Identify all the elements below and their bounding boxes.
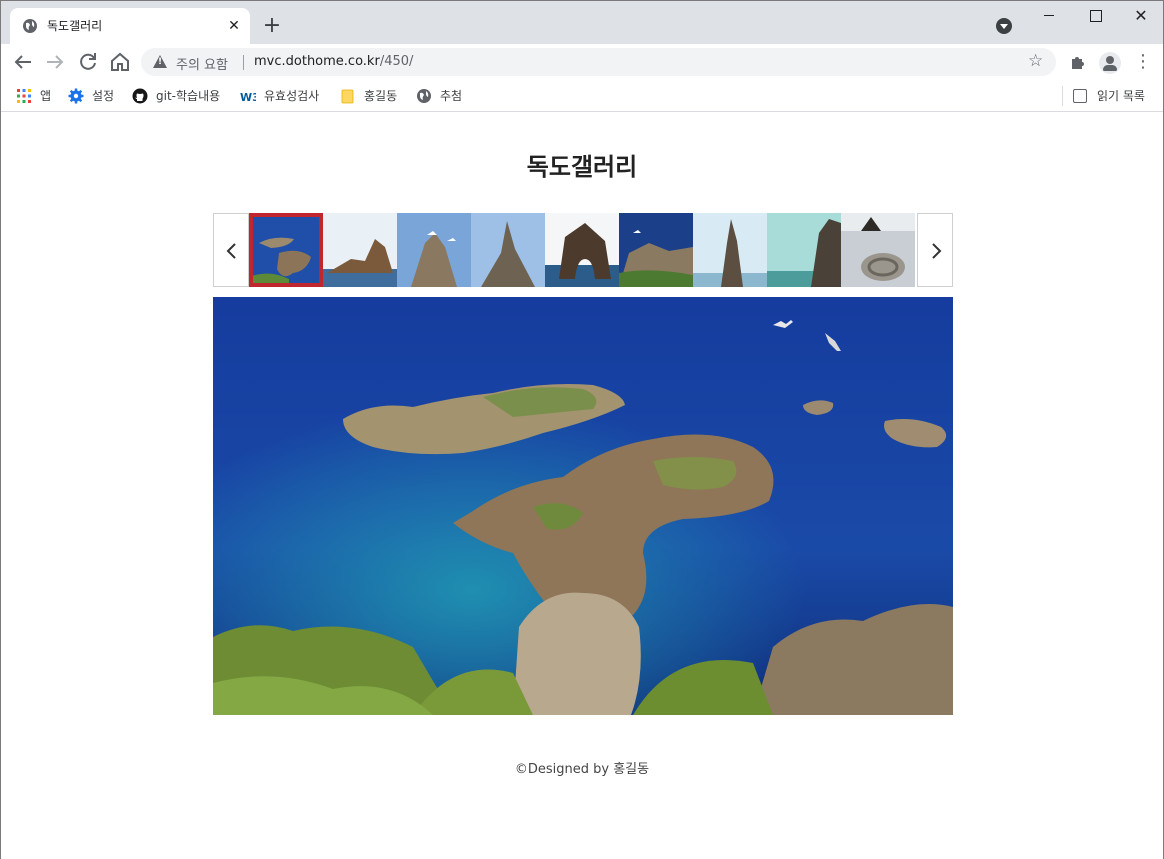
thumbnail-7[interactable] [693,213,767,287]
thumbnail-1[interactable] [249,213,323,287]
reload-icon[interactable] [76,50,100,74]
url-host: mvc.dothome.co.kr [254,54,380,69]
arch-rock-thumbnail [545,213,619,287]
page-title: 독도갤러리 [526,153,638,181]
extensions-puzzle-icon[interactable] [1069,53,1087,71]
globe-icon [417,89,431,103]
home-icon[interactable] [108,50,132,74]
bookmarks-bar: 앱 설정 git-학습내용 W3 유효성검사 홍길동 추첨 읽기 목록 [1,80,1163,112]
back-arrow-icon[interactable] [11,50,35,74]
w3c-icon: W3 [240,91,256,104]
gallery-main-image [213,297,953,715]
next-arrow-button[interactable] [917,213,953,287]
thumbnail-9[interactable] [841,213,915,287]
address-bar[interactable]: 주의 요함 mvc.dothome.co.kr/450/ ☆ [141,48,1056,76]
thumbnail-3[interactable] [397,213,471,287]
page-content: 독도갤러리 ©Designed by 홍길동 [1,113,1163,859]
svg-text:W3: W3 [240,91,256,104]
bookmarks-divider [1062,86,1063,106]
thumbnail-6[interactable] [619,213,693,287]
tab-strip: 독도갤러리 ✕ + ✕ [1,1,1163,44]
thumbnail-slider [213,213,953,287]
chevron-right-icon [932,243,942,259]
thumbnail-2[interactable] [323,213,397,287]
prev-arrow-button[interactable] [213,213,249,287]
seagull-cliff-thumbnail [619,213,693,287]
thumbnail-5[interactable] [545,213,619,287]
warning-icon[interactable] [153,55,167,68]
bookmark-star-icon[interactable]: ☆ [1028,51,1043,71]
bookmark-label: 추첨 [440,89,463,103]
bookmark-label: git-학습내용 [156,89,221,103]
reading-list-icon [1073,89,1087,103]
github-icon [132,88,148,104]
window-close-button[interactable]: ✕ [1118,1,1164,31]
bookmark-label: 유효성검사 [264,89,320,103]
maximize-button[interactable] [1072,1,1118,31]
url-text[interactable]: mvc.dothome.co.kr/450/ [254,54,413,69]
security-label[interactable]: 주의 요함 [176,54,228,73]
address-divider [243,55,244,70]
dokdo-aerial-photo [213,297,953,715]
tab-close-icon[interactable]: ✕ [224,16,244,36]
footer-credit: ©Designed by 홍길동 [514,762,650,777]
browser-window: 독도갤러리 ✕ + ✕ 주의 요함 mvc.dothome.co.kr/450/… [0,0,1164,859]
tab-search-icon[interactable] [996,18,1012,34]
thumbnail-list [249,213,917,287]
thumbnail-8[interactable] [767,213,841,287]
cliff-coast-thumbnail [767,213,841,287]
monument-thumbnail [841,213,915,287]
folder-icon [341,89,354,104]
tab-title: 독도갤러리 [47,19,103,33]
browser-toolbar: 주의 요함 mvc.dothome.co.kr/450/ ☆ ⋮ [1,44,1163,80]
reading-list-label: 읽기 목록 [1097,89,1145,103]
gear-icon [68,88,84,104]
bookmark-label: 설정 [92,89,115,103]
bookmark-label: 앱 [40,89,52,103]
thumbnail-4[interactable] [471,213,545,287]
kebab-menu-icon[interactable]: ⋮ [1133,51,1153,73]
rock-islet-thumbnail [323,213,397,287]
spire-rock-thumbnail [471,213,545,287]
needle-rock-thumbnail [693,213,767,287]
profile-avatar-icon[interactable] [1099,52,1121,74]
browser-tab[interactable]: 독도갤러리 ✕ [10,8,250,44]
bookmark-label: 홍길동 [364,89,398,103]
seagull-rock-thumbnail [397,213,471,287]
url-path: /450/ [379,54,414,69]
forward-arrow-icon[interactable] [43,50,67,74]
dokdo-aerial-thumbnail [249,213,323,287]
chevron-left-icon [226,243,236,259]
new-tab-button[interactable]: + [260,14,284,38]
globe-icon [23,19,37,33]
minimize-button[interactable] [1026,1,1072,31]
apps-grid-icon [17,89,31,103]
